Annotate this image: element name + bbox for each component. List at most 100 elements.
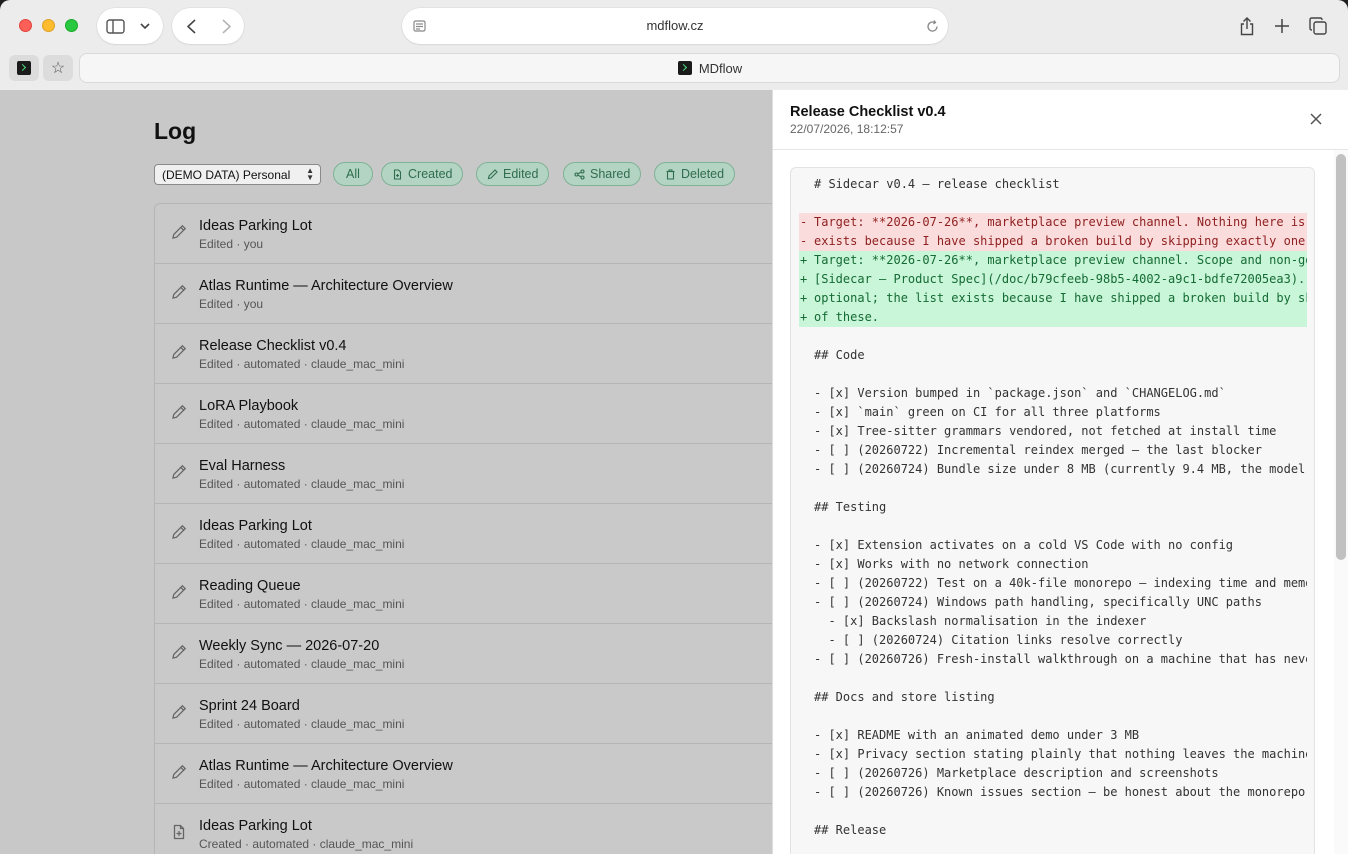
- diff-line-text: optional; the list exists because I have…: [814, 291, 1307, 305]
- diff-context-line: - [ ] (20260726) Marketplace description…: [799, 764, 1307, 783]
- pencil-icon: [171, 464, 187, 480]
- diff-line-text: [Sidecar — Product Spec](/doc/b79cfeeb-9…: [814, 272, 1306, 286]
- log-entry[interactable]: Ideas Parking Lot Edited · automated · cl…: [155, 504, 793, 564]
- pinned-tab-mdflow[interactable]: [9, 55, 39, 81]
- log-entry-title: Atlas Runtime — Architecture Overview: [199, 278, 453, 294]
- log-entry-title: Atlas Runtime — Architecture Overview: [199, 758, 453, 774]
- diff-context-line: - [x] Extension activates on a cold VS C…: [799, 536, 1307, 555]
- workspace-select[interactable]: (DEMO DATA) Personal ▲ ▼: [154, 164, 321, 185]
- tab-title: MDflow: [698, 61, 743, 76]
- pencil-icon: [171, 404, 187, 420]
- diff-line-text: ## Code: [814, 348, 865, 362]
- diff-line-text: - [x] Backslash normalisation in the ind…: [814, 614, 1147, 628]
- log-entry-title: LoRA Playbook: [199, 398, 299, 414]
- log-entry-title: Eval Harness: [199, 458, 286, 474]
- fullscreen-window-button[interactable]: [65, 19, 78, 32]
- filter-deleted[interactable]: Deleted: [654, 162, 736, 186]
- back-button[interactable]: [182, 17, 200, 35]
- log-entry[interactable]: LoRA Playbook Edited · automated · claude…: [155, 384, 793, 444]
- diff-view: # Sidecar v0.4 — release checklist - Targe…: [790, 167, 1315, 854]
- diff-context-line: - [x] README with an animated demo under…: [799, 726, 1307, 745]
- filter-edited[interactable]: Edited: [476, 162, 550, 186]
- reload-icon[interactable]: [925, 19, 939, 33]
- share-icon: [574, 168, 585, 180]
- log-entry[interactable]: Ideas Parking Lot Created · automated · c…: [155, 804, 793, 854]
- diff-context-line: ## Docs and store listing: [799, 688, 1307, 707]
- log-entry-title: Reading Queue: [199, 578, 301, 594]
- diff-line-text: Target: **2026-07-26**, marketplace prev…: [814, 215, 1306, 229]
- diff-context-line: - [ ] (20260726) Known issues section — …: [799, 783, 1307, 802]
- tab-mdflow[interactable]: MDflow: [79, 53, 1340, 83]
- log-entry[interactable]: Atlas Runtime — Architecture Overview Edi…: [155, 744, 793, 804]
- diff-context-line: [799, 327, 1307, 346]
- diff-line-text: - [x] Tree-sitter grammars vendored, not…: [814, 424, 1277, 438]
- diff-context-line: - [x] Privacy section stating plainly th…: [799, 745, 1307, 764]
- log-entry-title: Ideas Parking Lot: [199, 818, 312, 834]
- diff-line-text: - [x] Works with no network connection: [814, 557, 1089, 571]
- sidebar-icon[interactable]: [105, 17, 125, 35]
- log-entry-meta: Edited · automated · claude_mac_mini: [199, 537, 405, 551]
- diff-line-text: - [ ] (20260724) Windows path handling, …: [814, 595, 1262, 609]
- log-entry-meta: Edited · automated · claude_mac_mini: [199, 357, 405, 371]
- diff-marker: +: [800, 253, 808, 267]
- pencil-icon: [171, 524, 187, 540]
- diff-removed-line: - Target: **2026-07-26**, marketplace pre…: [799, 213, 1307, 232]
- new-tab-icon[interactable]: [1272, 16, 1292, 36]
- log-entry-title: Ideas Parking Lot: [199, 218, 312, 234]
- log-entry[interactable]: Eval Harness Edited · automated · claude_…: [155, 444, 793, 504]
- diff-line-text: - [x] README with an animated demo under…: [814, 728, 1140, 742]
- filter-all[interactable]: All: [333, 162, 373, 186]
- address-bar[interactable]: mdflow.cz: [402, 8, 948, 44]
- file-plus-icon: [171, 824, 187, 840]
- diff-marker: +: [800, 272, 808, 286]
- minimize-window-button[interactable]: [42, 19, 55, 32]
- diff-added-line: + optional; the list exists because I hav…: [799, 289, 1307, 308]
- log-entry-title: Sprint 24 Board: [199, 698, 300, 714]
- filter-label: Created: [408, 167, 453, 181]
- log-entry[interactable]: Ideas Parking Lot Edited · you: [155, 204, 793, 264]
- diff-line-text: ## Release: [814, 823, 887, 837]
- log-entry-meta: Edited · automated · claude_mac_mini: [199, 657, 405, 671]
- log-entry[interactable]: Release Checklist v0.4 Edited · automated…: [155, 324, 793, 384]
- chevron-down-icon[interactable]: [137, 18, 153, 34]
- navigation-group: [172, 8, 244, 44]
- pencil-icon: [171, 764, 187, 780]
- log-entry[interactable]: Sprint 24 Board Edited · automated · clau…: [155, 684, 793, 744]
- diff-line-text: - [ ] (20260724) Bundle size under 8 MB …: [814, 462, 1306, 476]
- panel-title: Release Checklist v0.4: [790, 104, 946, 120]
- diff-context-line: [799, 479, 1307, 498]
- page-content: Log (DEMO DATA) Personal ▲ ▼ All Created …: [0, 90, 1348, 854]
- log-list: Ideas Parking Lot Edited · you Atlas Runti…: [154, 203, 794, 854]
- diff-added-line: + Target: **2026-07-26**, marketplace pre…: [799, 251, 1307, 270]
- filter-shared[interactable]: Shared: [563, 162, 642, 186]
- log-entry-title: Ideas Parking Lot: [199, 518, 312, 534]
- pencil-icon: [171, 704, 187, 720]
- diff-context-line: - [ ] (20260722) Test on a 40k-file mono…: [799, 574, 1307, 593]
- url-text: mdflow.cz: [646, 18, 704, 33]
- bookmark-star-icon[interactable]: ☆: [43, 55, 73, 81]
- diff-context-line: - [ ] (20260724) Windows path handling, …: [799, 593, 1307, 612]
- log-entry[interactable]: Weekly Sync — 2026-07-20 Edited · automat…: [155, 624, 793, 684]
- diff-marker: +: [800, 291, 808, 305]
- scrollbar-thumb[interactable]: [1336, 154, 1346, 560]
- log-entry-meta: Edited · automated · claude_mac_mini: [199, 777, 405, 791]
- close-window-button[interactable]: [19, 19, 32, 32]
- forward-button[interactable]: [217, 17, 235, 35]
- diff-context-line: [799, 365, 1307, 384]
- pencil-icon: [171, 284, 187, 300]
- pencil-icon: [171, 644, 187, 660]
- diff-added-line: + [Sidecar — Product Spec](/doc/b79cfeeb-…: [799, 270, 1307, 289]
- log-entry-meta: Edited · automated · claude_mac_mini: [199, 717, 405, 731]
- log-entry[interactable]: Atlas Runtime — Architecture Overview Edi…: [155, 264, 793, 324]
- pencil-icon: [487, 168, 498, 179]
- filter-created[interactable]: Created: [381, 162, 464, 186]
- tab-overview-icon[interactable]: [1308, 16, 1328, 36]
- panel-timestamp: 22/07/2026, 18:12:57: [790, 122, 904, 136]
- close-icon[interactable]: [1310, 112, 1326, 128]
- diff-marker: -: [800, 234, 808, 248]
- diff-line-text: # Sidecar v0.4 — release checklist: [814, 177, 1060, 191]
- log-entry[interactable]: Reading Queue Edited · automated · claude…: [155, 564, 793, 624]
- diff-line-text: - [ ] (20260726) Known issues section — …: [814, 785, 1307, 799]
- share-icon[interactable]: [1237, 16, 1257, 36]
- diff-context-line: ## Code: [799, 346, 1307, 365]
